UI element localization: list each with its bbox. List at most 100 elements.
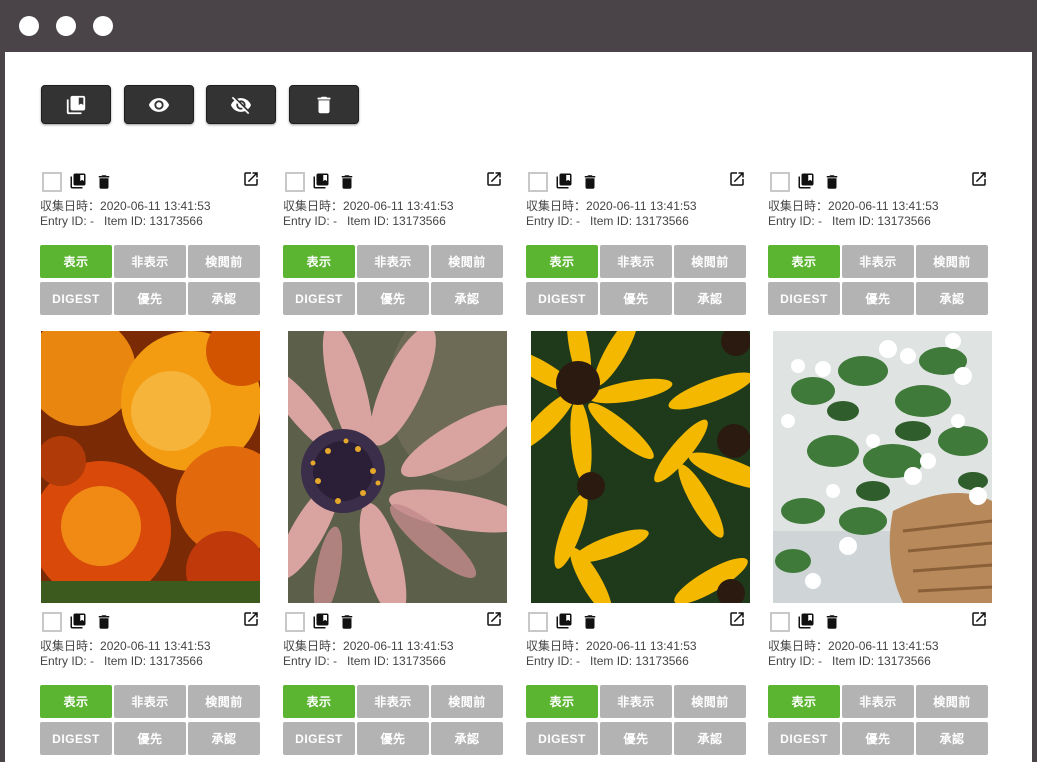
review-button[interactable]: 検閲前 bbox=[916, 685, 988, 718]
show-button[interactable]: 表示 bbox=[283, 685, 355, 718]
review-button[interactable]: 検閲前 bbox=[674, 685, 746, 718]
window-dot-minimize[interactable] bbox=[56, 16, 76, 36]
digest-button[interactable]: DIGEST bbox=[526, 282, 598, 315]
priority-button[interactable]: 優先 bbox=[114, 282, 186, 315]
trash-icon[interactable] bbox=[338, 613, 356, 631]
show-button[interactable]: 表示 bbox=[40, 685, 112, 718]
external-link-icon[interactable] bbox=[970, 610, 988, 628]
select-checkbox[interactable] bbox=[42, 612, 62, 632]
approve-button[interactable]: 承認 bbox=[431, 282, 503, 315]
copy-icon bbox=[66, 95, 86, 114]
review-button[interactable]: 検閲前 bbox=[188, 685, 260, 718]
approve-button[interactable]: 承認 bbox=[188, 722, 260, 755]
photo-white-flowers-basket[interactable] bbox=[773, 331, 992, 603]
review-button[interactable]: 検閲前 bbox=[188, 245, 260, 278]
digest-button[interactable]: DIGEST bbox=[768, 722, 840, 755]
hide-button[interactable]: 非表示 bbox=[357, 685, 429, 718]
external-link-icon[interactable] bbox=[728, 170, 746, 188]
hide-button[interactable]: 非表示 bbox=[357, 245, 429, 278]
show-button[interactable]: 表示 bbox=[526, 685, 598, 718]
external-link-icon[interactable] bbox=[485, 170, 503, 188]
trash-icon[interactable] bbox=[581, 613, 599, 631]
select-checkbox[interactable] bbox=[285, 172, 305, 192]
approve-button[interactable]: 承認 bbox=[916, 722, 988, 755]
copy-icon[interactable] bbox=[69, 172, 87, 190]
priority-button[interactable]: 優先 bbox=[600, 282, 672, 315]
card-5: 収集日時：2020-06-11 13:41:53 Entry ID: - Ite… bbox=[40, 607, 262, 755]
select-checkbox[interactable] bbox=[285, 612, 305, 632]
card-3: 収集日時：2020-06-11 13:41:53 Entry ID: - Ite… bbox=[526, 167, 750, 603]
approve-button[interactable]: 承認 bbox=[188, 282, 260, 315]
window-dot-close[interactable] bbox=[19, 16, 39, 36]
digest-button[interactable]: DIGEST bbox=[40, 282, 112, 315]
show-button[interactable]: 表示 bbox=[526, 245, 598, 278]
collected-at: 収集日時：2020-06-11 13:41:53 bbox=[283, 639, 454, 653]
digest-button[interactable]: DIGEST bbox=[283, 282, 355, 315]
trash-icon[interactable] bbox=[823, 613, 841, 631]
window-dot-maximize[interactable] bbox=[93, 16, 113, 36]
copy-icon[interactable] bbox=[555, 172, 573, 190]
toolbar-hide-button[interactable] bbox=[206, 85, 276, 124]
external-link-icon[interactable] bbox=[970, 170, 988, 188]
external-link-icon[interactable] bbox=[242, 170, 260, 188]
priority-button[interactable]: 優先 bbox=[357, 282, 429, 315]
digest-button[interactable]: DIGEST bbox=[283, 722, 355, 755]
select-checkbox[interactable] bbox=[770, 172, 790, 192]
select-checkbox[interactable] bbox=[528, 172, 548, 192]
show-button[interactable]: 表示 bbox=[768, 685, 840, 718]
external-link-icon[interactable] bbox=[242, 610, 260, 628]
copy-icon[interactable] bbox=[555, 612, 573, 630]
hide-button[interactable]: 非表示 bbox=[114, 685, 186, 718]
copy-icon[interactable] bbox=[312, 612, 330, 630]
hide-button[interactable]: 非表示 bbox=[114, 245, 186, 278]
digest-button[interactable]: DIGEST bbox=[526, 722, 598, 755]
priority-button[interactable]: 優先 bbox=[842, 722, 914, 755]
trash-icon[interactable] bbox=[338, 173, 356, 191]
priority-button[interactable]: 優先 bbox=[357, 722, 429, 755]
trash-icon[interactable] bbox=[95, 173, 113, 191]
hide-button[interactable]: 非表示 bbox=[600, 685, 672, 718]
approve-button[interactable]: 承認 bbox=[916, 282, 988, 315]
photo-black-eyed-susan[interactable] bbox=[531, 331, 750, 603]
photo-pink-daisy[interactable] bbox=[288, 331, 507, 603]
entry-item-ids: Entry ID: - Item ID: 13173566 bbox=[768, 214, 931, 228]
external-link-icon[interactable] bbox=[485, 610, 503, 628]
review-button[interactable]: 検閲前 bbox=[431, 685, 503, 718]
priority-button[interactable]: 優先 bbox=[600, 722, 672, 755]
hide-button[interactable]: 非表示 bbox=[842, 685, 914, 718]
select-checkbox[interactable] bbox=[770, 612, 790, 632]
digest-button[interactable]: DIGEST bbox=[40, 722, 112, 755]
toolbar-delete-button[interactable] bbox=[289, 85, 359, 124]
app-window: 収集日時：2020-06-11 13:41:53 Entry ID: - Ite… bbox=[5, 52, 1032, 762]
approve-button[interactable]: 承認 bbox=[674, 722, 746, 755]
trash-icon[interactable] bbox=[581, 173, 599, 191]
copy-icon[interactable] bbox=[797, 612, 815, 630]
trash-icon[interactable] bbox=[823, 173, 841, 191]
trash-icon[interactable] bbox=[95, 613, 113, 631]
priority-button[interactable]: 優先 bbox=[114, 722, 186, 755]
show-button[interactable]: 表示 bbox=[768, 245, 840, 278]
copy-icon[interactable] bbox=[797, 172, 815, 190]
review-button[interactable]: 検閲前 bbox=[674, 245, 746, 278]
show-button[interactable]: 表示 bbox=[283, 245, 355, 278]
approve-button[interactable]: 承認 bbox=[431, 722, 503, 755]
hide-button[interactable]: 非表示 bbox=[842, 245, 914, 278]
hide-button[interactable]: 非表示 bbox=[600, 245, 672, 278]
digest-button[interactable]: DIGEST bbox=[768, 282, 840, 315]
show-button[interactable]: 表示 bbox=[40, 245, 112, 278]
priority-button[interactable]: 優先 bbox=[842, 282, 914, 315]
select-checkbox[interactable] bbox=[528, 612, 548, 632]
collected-at: 収集日時：2020-06-11 13:41:53 bbox=[40, 199, 211, 213]
card-1: 収集日時：2020-06-11 13:41:53 Entry ID: - Ite… bbox=[40, 167, 262, 603]
photo-marigold[interactable] bbox=[41, 331, 260, 603]
toolbar-show-button[interactable] bbox=[124, 85, 194, 124]
copy-icon[interactable] bbox=[69, 612, 87, 630]
review-button[interactable]: 検閲前 bbox=[916, 245, 988, 278]
external-link-icon[interactable] bbox=[728, 610, 746, 628]
copy-icon[interactable] bbox=[312, 172, 330, 190]
toolbar-copy-button[interactable] bbox=[41, 85, 111, 124]
entry-item-ids: Entry ID: - Item ID: 13173566 bbox=[768, 654, 931, 668]
select-checkbox[interactable] bbox=[42, 172, 62, 192]
approve-button[interactable]: 承認 bbox=[674, 282, 746, 315]
review-button[interactable]: 検閲前 bbox=[431, 245, 503, 278]
